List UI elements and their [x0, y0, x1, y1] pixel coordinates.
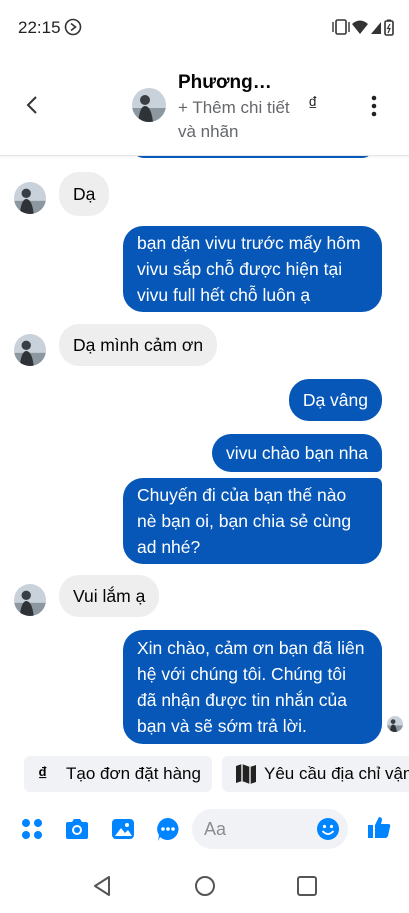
like-thumbs-up-icon[interactable]: [366, 814, 392, 840]
add-details-link[interactable]: + Thêm chi tiết và nhãn: [178, 96, 290, 144]
status-time: 22:15: [18, 18, 61, 37]
message-outgoing[interactable]: bạn dặn vivu trước mấy hôm vivu sắp chỗ …: [123, 226, 382, 312]
message-outgoing[interactable]: Chuyến đi của bạn thế nào nè bạn oi, bạn…: [123, 478, 382, 564]
contact-avatar-small[interactable]: [14, 182, 46, 214]
emoji-icon[interactable]: [316, 817, 340, 841]
message-list[interactable]: Dạ bạn dặn vivu trước mấy hôm vivu sắp c…: [0, 156, 409, 746]
contact-avatar[interactable]: [132, 88, 166, 122]
more-actions-icon[interactable]: [19, 816, 45, 842]
nav-recents-icon[interactable]: [295, 874, 319, 898]
voice-message-icon[interactable]: [155, 816, 181, 842]
contact-avatar-small[interactable]: [14, 334, 46, 366]
signal-icon: [371, 22, 381, 34]
status-bar: 22:15: [0, 0, 409, 56]
message-incoming[interactable]: Vui lắm ạ: [59, 575, 160, 617]
back-arrow-icon[interactable]: [18, 90, 48, 120]
more-options-icon[interactable]: [364, 94, 384, 118]
message-incoming[interactable]: Dạ mình cảm ơn: [59, 324, 218, 366]
dong-icon: ₫: [38, 764, 48, 784]
create-order-header-button[interactable]: ₫: [308, 94, 318, 116]
message-outgoing[interactable]: vivu chào bạn nha: [211, 434, 382, 472]
nav-back-icon[interactable]: [90, 874, 114, 898]
wifi-icon: [352, 20, 368, 34]
vibrate-icon: [332, 19, 350, 35]
message-input-box[interactable]: [192, 809, 348, 849]
message-outgoing[interactable]: Xin chào, cảm ơn bạn đã liên hệ với chún…: [123, 630, 382, 744]
media-play-icon: [64, 18, 82, 36]
battery-icon: [384, 19, 394, 36]
create-order-chip[interactable]: ₫ Tạo đơn đặt hàng: [24, 756, 212, 792]
gallery-icon[interactable]: [110, 816, 136, 842]
contact-name[interactable]: Phương…: [178, 72, 272, 94]
nav-home-icon[interactable]: [193, 874, 217, 898]
message-composer: [0, 800, 409, 858]
seen-receipt-avatar: [387, 716, 403, 732]
message-input[interactable]: [204, 809, 312, 849]
camera-icon[interactable]: [64, 816, 90, 842]
previous-message-peek: [132, 156, 374, 158]
conversation-header: Phương… + Thêm chi tiết và nhãn ₫: [0, 56, 409, 156]
quick-actions-row: ₫ Tạo đơn đặt hàng Yêu cầu địa chỉ vận c…: [0, 752, 409, 796]
system-navigation-bar: [0, 858, 409, 913]
message-outgoing[interactable]: Dạ vâng: [288, 379, 382, 421]
chip-label: Tạo đơn đặt hàng: [66, 764, 201, 783]
map-icon: [236, 764, 256, 784]
request-address-chip[interactable]: Yêu cầu địa chỉ vận chuyển: [222, 756, 409, 792]
chip-label: Yêu cầu địa chỉ vận chuyển: [264, 764, 409, 783]
status-icons: [332, 19, 394, 36]
contact-avatar-small[interactable]: [14, 584, 46, 616]
message-incoming[interactable]: Dạ: [59, 172, 110, 216]
